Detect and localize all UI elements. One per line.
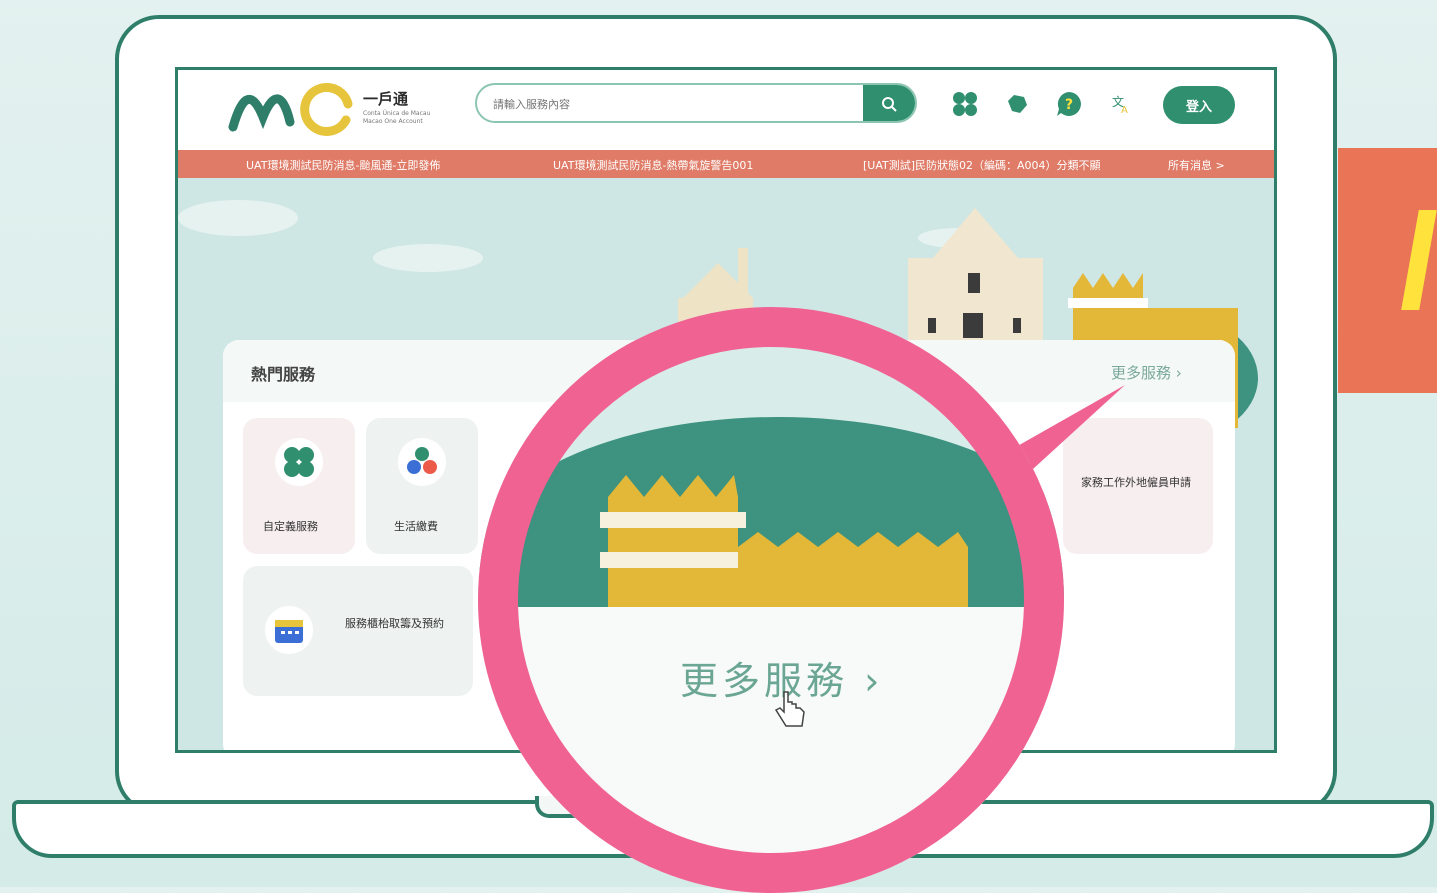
calendar-icon	[265, 606, 313, 654]
ticker-item[interactable]: UAT環境測試民防消息-颱風通-立即發佈	[246, 157, 440, 173]
hot-services-title: 熱門服務	[251, 365, 316, 384]
language-icon[interactable]: 文 A	[1107, 90, 1135, 118]
search-icon	[882, 97, 897, 112]
chevron-right-icon: ›	[1175, 364, 1182, 382]
all-news-link[interactable]: 所有消息 >	[1168, 157, 1225, 173]
service-tile-label: 生活繳費	[394, 520, 438, 533]
ticker-item[interactable]: UAT環境測試民防消息-熱帶氣旋警告001	[553, 157, 753, 173]
magnifier-ring	[478, 307, 1064, 893]
utility-drops-icon	[398, 438, 446, 486]
news-ticker: UAT環境測試民防消息-颱風通-立即發佈 UAT環境測試民防消息-熱帶氣旋警告0…	[178, 150, 1274, 178]
grid-icon	[275, 438, 323, 486]
brand-name: 一戶通	[363, 90, 409, 108]
service-tile-label: 自定義服務	[263, 520, 318, 533]
search-button[interactable]	[863, 85, 915, 121]
service-tile-payment[interactable]: 生活繳費	[366, 418, 478, 554]
search-input[interactable]	[491, 93, 855, 115]
site-header: 一戶通 Conta Única de Macau Macao One Accou…	[178, 70, 1274, 150]
service-tile-label: 服務櫃枱取籌及預約	[345, 617, 444, 630]
mo-logo-icon[interactable]	[228, 82, 358, 137]
ticker-item[interactable]: [UAT測試]民防狀態02（編碼：A004）分類不顯	[863, 157, 1101, 173]
brand-subtitle-line-1: Conta Única de Macau	[363, 110, 431, 117]
svg-text:A: A	[1121, 105, 1128, 116]
apps-grid-icon[interactable]	[951, 90, 979, 118]
help-icon[interactable]: ?	[1055, 90, 1083, 118]
search-bar	[475, 83, 917, 123]
macau-map-icon[interactable]	[1003, 90, 1031, 118]
brand-subtitle: Conta Única de Macau Macao One Account	[363, 110, 430, 126]
service-tile-counter-booking[interactable]: 服務櫃枱取籌及預約	[243, 566, 473, 696]
brand-subtitle-line-2: Macao One Account	[363, 118, 423, 125]
service-tile-custom[interactable]: 自定義服務	[243, 418, 355, 554]
login-button[interactable]: 登入	[1163, 86, 1235, 124]
svg-text:?: ?	[1065, 97, 1073, 113]
